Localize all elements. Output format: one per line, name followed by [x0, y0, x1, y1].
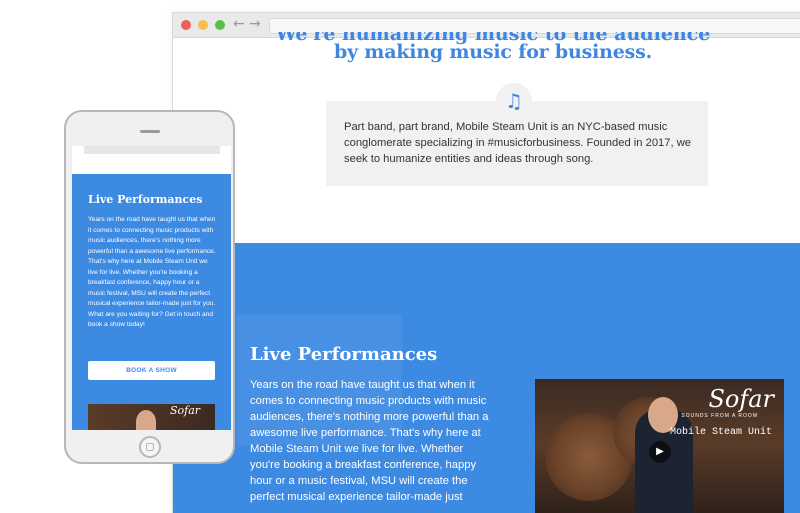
close-window-button[interactable]: [181, 20, 191, 30]
book-a-show-button[interactable]: BOOK A SHOW: [88, 361, 215, 380]
phone-screen: Live Performances Years on the road have…: [72, 146, 231, 430]
play-icon[interactable]: ▶: [649, 441, 671, 463]
phone-top-card: [84, 146, 220, 154]
minimize-window-button[interactable]: [198, 20, 208, 30]
live-performances-section: Live Performances Years on the road have…: [173, 243, 800, 513]
about-card: ♫ Part band, part brand, Mobile Steam Un…: [326, 83, 708, 186]
performer-image: [136, 410, 156, 430]
back-arrow-icon[interactable]: ←: [233, 16, 245, 32]
hero-tagline: by making music for business.: [333, 41, 653, 63]
mobile-live-title: Live Performances: [88, 193, 203, 206]
maximize-window-button[interactable]: [215, 20, 225, 30]
mobile-phone-mockup: Live Performances Years on the road have…: [64, 110, 235, 464]
live-performances-title: Live Performances: [250, 344, 438, 365]
home-button-icon[interactable]: [139, 436, 161, 458]
address-bar[interactable]: [269, 18, 800, 34]
mobile-live-body: Years on the road have taught us that wh…: [88, 216, 216, 328]
sofar-logo: Sofar: [170, 404, 201, 417]
mobile-performance-video[interactable]: Sofar: [88, 404, 215, 430]
music-note-icon: ♫: [496, 83, 532, 119]
sofar-subtitle: SOUNDS FROM A ROOM: [681, 413, 758, 419]
video-caption: Mobile Steam Unit: [669, 427, 772, 438]
phone-speaker: [140, 130, 160, 133]
desktop-browser-window: ← → We're humanizing music to the audien…: [172, 12, 800, 513]
performance-video[interactable]: Sofar SOUNDS FROM A ROOM Mobile Steam Un…: [535, 379, 784, 513]
forward-arrow-icon[interactable]: →: [249, 16, 261, 32]
live-performances-body: Years on the road have taught us that wh…: [250, 379, 489, 503]
sofar-logo: Sofar: [708, 385, 774, 413]
about-text: Part band, part brand, Mobile Steam Unit…: [344, 121, 692, 165]
